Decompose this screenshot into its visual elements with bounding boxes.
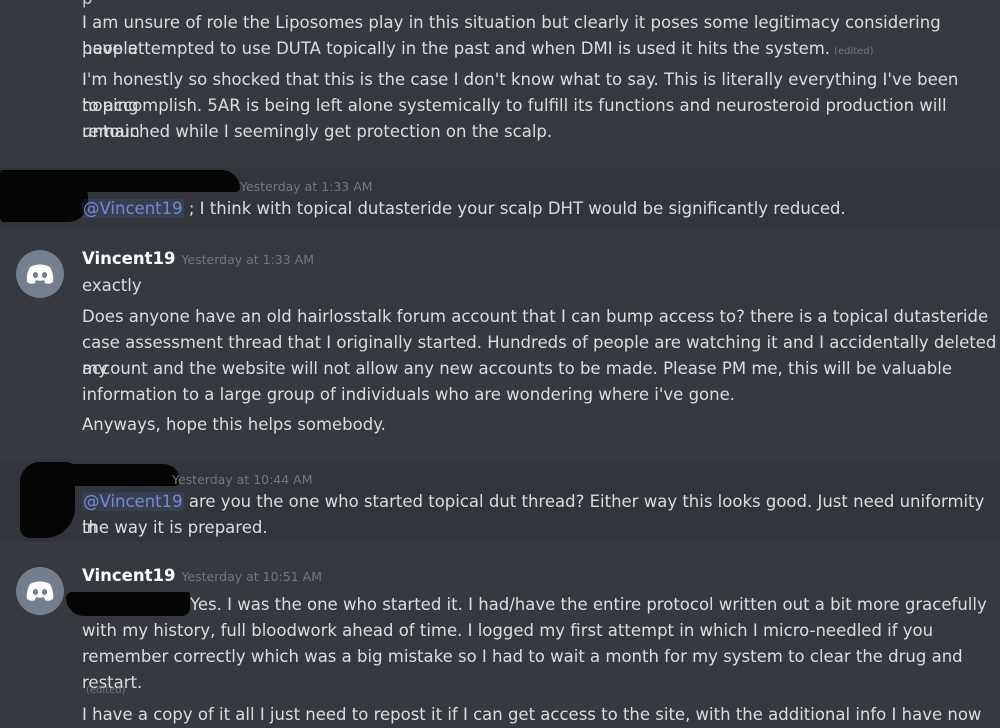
message-line: Yes. I was the one who started it. I had… bbox=[190, 595, 987, 614]
message-header: Yesterday at 10:44 AM bbox=[172, 469, 313, 488]
timestamp: Yesterday at 10:51 AM bbox=[181, 569, 322, 584]
message-header: Vincent19 Yesterday at 10:51 AM bbox=[82, 566, 322, 585]
message-text: ; I think with topical dutasteride your … bbox=[183, 199, 846, 218]
message-line: information to a large group of individu… bbox=[82, 385, 735, 404]
redacted-author bbox=[60, 464, 180, 486]
author-name[interactable]: Vincent19 bbox=[82, 566, 175, 585]
author-name[interactable]: Vincent19 bbox=[82, 249, 175, 268]
avatar[interactable] bbox=[16, 567, 64, 615]
message-line: remember correctly which was a big mista… bbox=[82, 647, 963, 692]
user-mention[interactable]: @Vincent19 bbox=[82, 492, 184, 511]
edited-label: (edited) bbox=[86, 678, 126, 697]
message-line: with my history, full bloodwork ahead of… bbox=[82, 621, 934, 640]
message-line: I have a copy of it all I just need to r… bbox=[82, 705, 982, 724]
message-line: have attempted to use DUTA topically in … bbox=[82, 36, 874, 65]
redacted-avatar bbox=[0, 186, 88, 222]
timestamp: Yesterday at 1:33 AM bbox=[181, 252, 315, 267]
message-line: account and the website will not allow a… bbox=[82, 359, 952, 378]
message-line: Anyways, hope this helps somebody. bbox=[82, 415, 386, 434]
message-header: Vincent19 Yesterday at 1:33 AM bbox=[82, 249, 314, 268]
timestamp: Yesterday at 1:33 AM bbox=[240, 179, 373, 194]
discord-logo-icon bbox=[26, 264, 54, 284]
message-line: @Vincent19 ; I think with topical dutast… bbox=[82, 196, 846, 222]
message-text: have attempted to use DUTA topically in … bbox=[82, 39, 831, 58]
edited-label: (edited) bbox=[834, 46, 874, 57]
message-line: the way it is prepared. bbox=[82, 518, 268, 537]
redacted-mention bbox=[66, 592, 190, 616]
avatar[interactable] bbox=[16, 250, 64, 298]
message-header: Yesterday at 1:33 AM bbox=[240, 176, 373, 195]
message-line: Does anyone have an old hairlosstalk for… bbox=[82, 307, 989, 326]
timestamp: Yesterday at 10:44 AM bbox=[172, 472, 313, 487]
discord-logo-icon bbox=[26, 581, 54, 601]
message-line: exactly bbox=[82, 276, 142, 295]
message-line: untouched while I seemingly get protecti… bbox=[82, 122, 553, 141]
edited-text: (edited) bbox=[86, 685, 126, 696]
user-mention[interactable]: @Vincent19 bbox=[82, 199, 184, 218]
